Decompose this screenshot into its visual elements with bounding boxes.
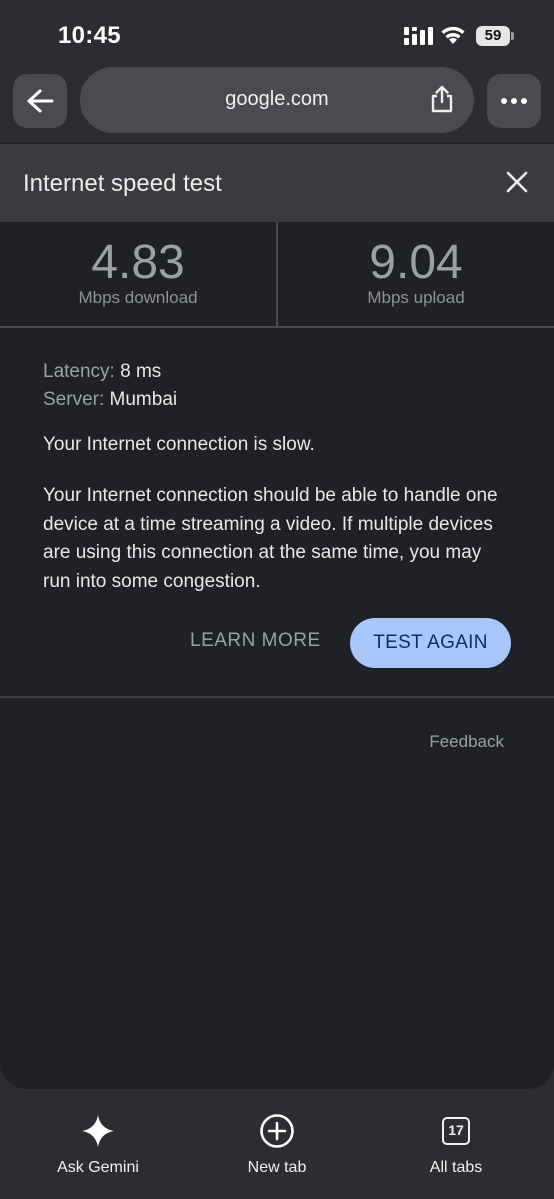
section-divider — [0, 696, 554, 698]
upload-value: 9.04 — [369, 236, 463, 289]
back-button[interactable] — [13, 74, 67, 128]
share-icon[interactable] — [430, 85, 454, 113]
all-tabs-label: All tabs — [429, 1159, 483, 1176]
learn-more-button[interactable]: LEARN MORE — [190, 630, 321, 652]
sheet-header: Internet speed test — [0, 144, 554, 222]
feedback-link[interactable]: Feedback — [429, 732, 504, 752]
wifi-icon — [441, 26, 465, 44]
sheet-title: Internet speed test — [23, 170, 222, 197]
download-label: Mbps download — [78, 288, 198, 307]
ask-gemini-label: Ask Gemini — [57, 1159, 139, 1176]
status-bar: 10:45 59 — [0, 0, 554, 66]
address-bar[interactable]: google.com — [80, 67, 474, 133]
latency-label: Latency: — [43, 361, 115, 382]
plus-circle-icon — [260, 1114, 294, 1148]
more-menu-button[interactable] — [487, 74, 541, 128]
metrics-divider — [0, 326, 554, 328]
browser-toolbar: google.com — [0, 66, 554, 142]
latency-row: Latency: 8 ms — [43, 358, 523, 386]
connection-status: Your Internet connection is slow. — [43, 434, 315, 455]
ask-gemini-button[interactable]: Ask Gemini — [28, 1113, 168, 1177]
tab-count-icon: 17 — [442, 1117, 470, 1145]
download-value: 4.83 — [91, 236, 185, 289]
new-tab-label: New tab — [247, 1159, 307, 1176]
bottom-toolbar: Ask Gemini New tab 17 All tabs — [0, 1089, 554, 1199]
connection-info: Latency: 8 ms Server: Mumbai — [43, 358, 523, 414]
gemini-sparkle-icon — [82, 1115, 114, 1147]
connection-description: Your Internet connection should be able … — [43, 485, 498, 592]
test-again-button[interactable]: TEST AGAIN — [350, 618, 511, 668]
all-tabs-button[interactable]: 17 All tabs — [386, 1113, 526, 1177]
upload-label: Mbps upload — [367, 288, 465, 307]
url-text: google.com — [225, 88, 329, 110]
battery-icon: 59 — [476, 26, 514, 46]
more-dots-icon — [501, 98, 527, 104]
server-value: Mumbai — [109, 389, 178, 410]
download-metric: 4.83 Mbps download — [0, 222, 276, 326]
close-icon[interactable] — [504, 169, 530, 195]
latency-value: 8 ms — [120, 361, 162, 382]
signal-icon — [404, 27, 433, 45]
upload-metric: 9.04 Mbps upload — [278, 222, 554, 326]
speed-metrics: 4.83 Mbps download 9.04 Mbps upload — [0, 222, 554, 326]
back-arrow-icon — [27, 89, 54, 113]
server-row: Server: Mumbai — [43, 386, 523, 414]
speed-test-sheet: Internet speed test 4.83 Mbps download 9… — [0, 144, 554, 1089]
new-tab-button[interactable]: New tab — [207, 1113, 347, 1177]
server-label: Server: — [43, 389, 105, 410]
status-time: 10:45 — [58, 22, 121, 49]
